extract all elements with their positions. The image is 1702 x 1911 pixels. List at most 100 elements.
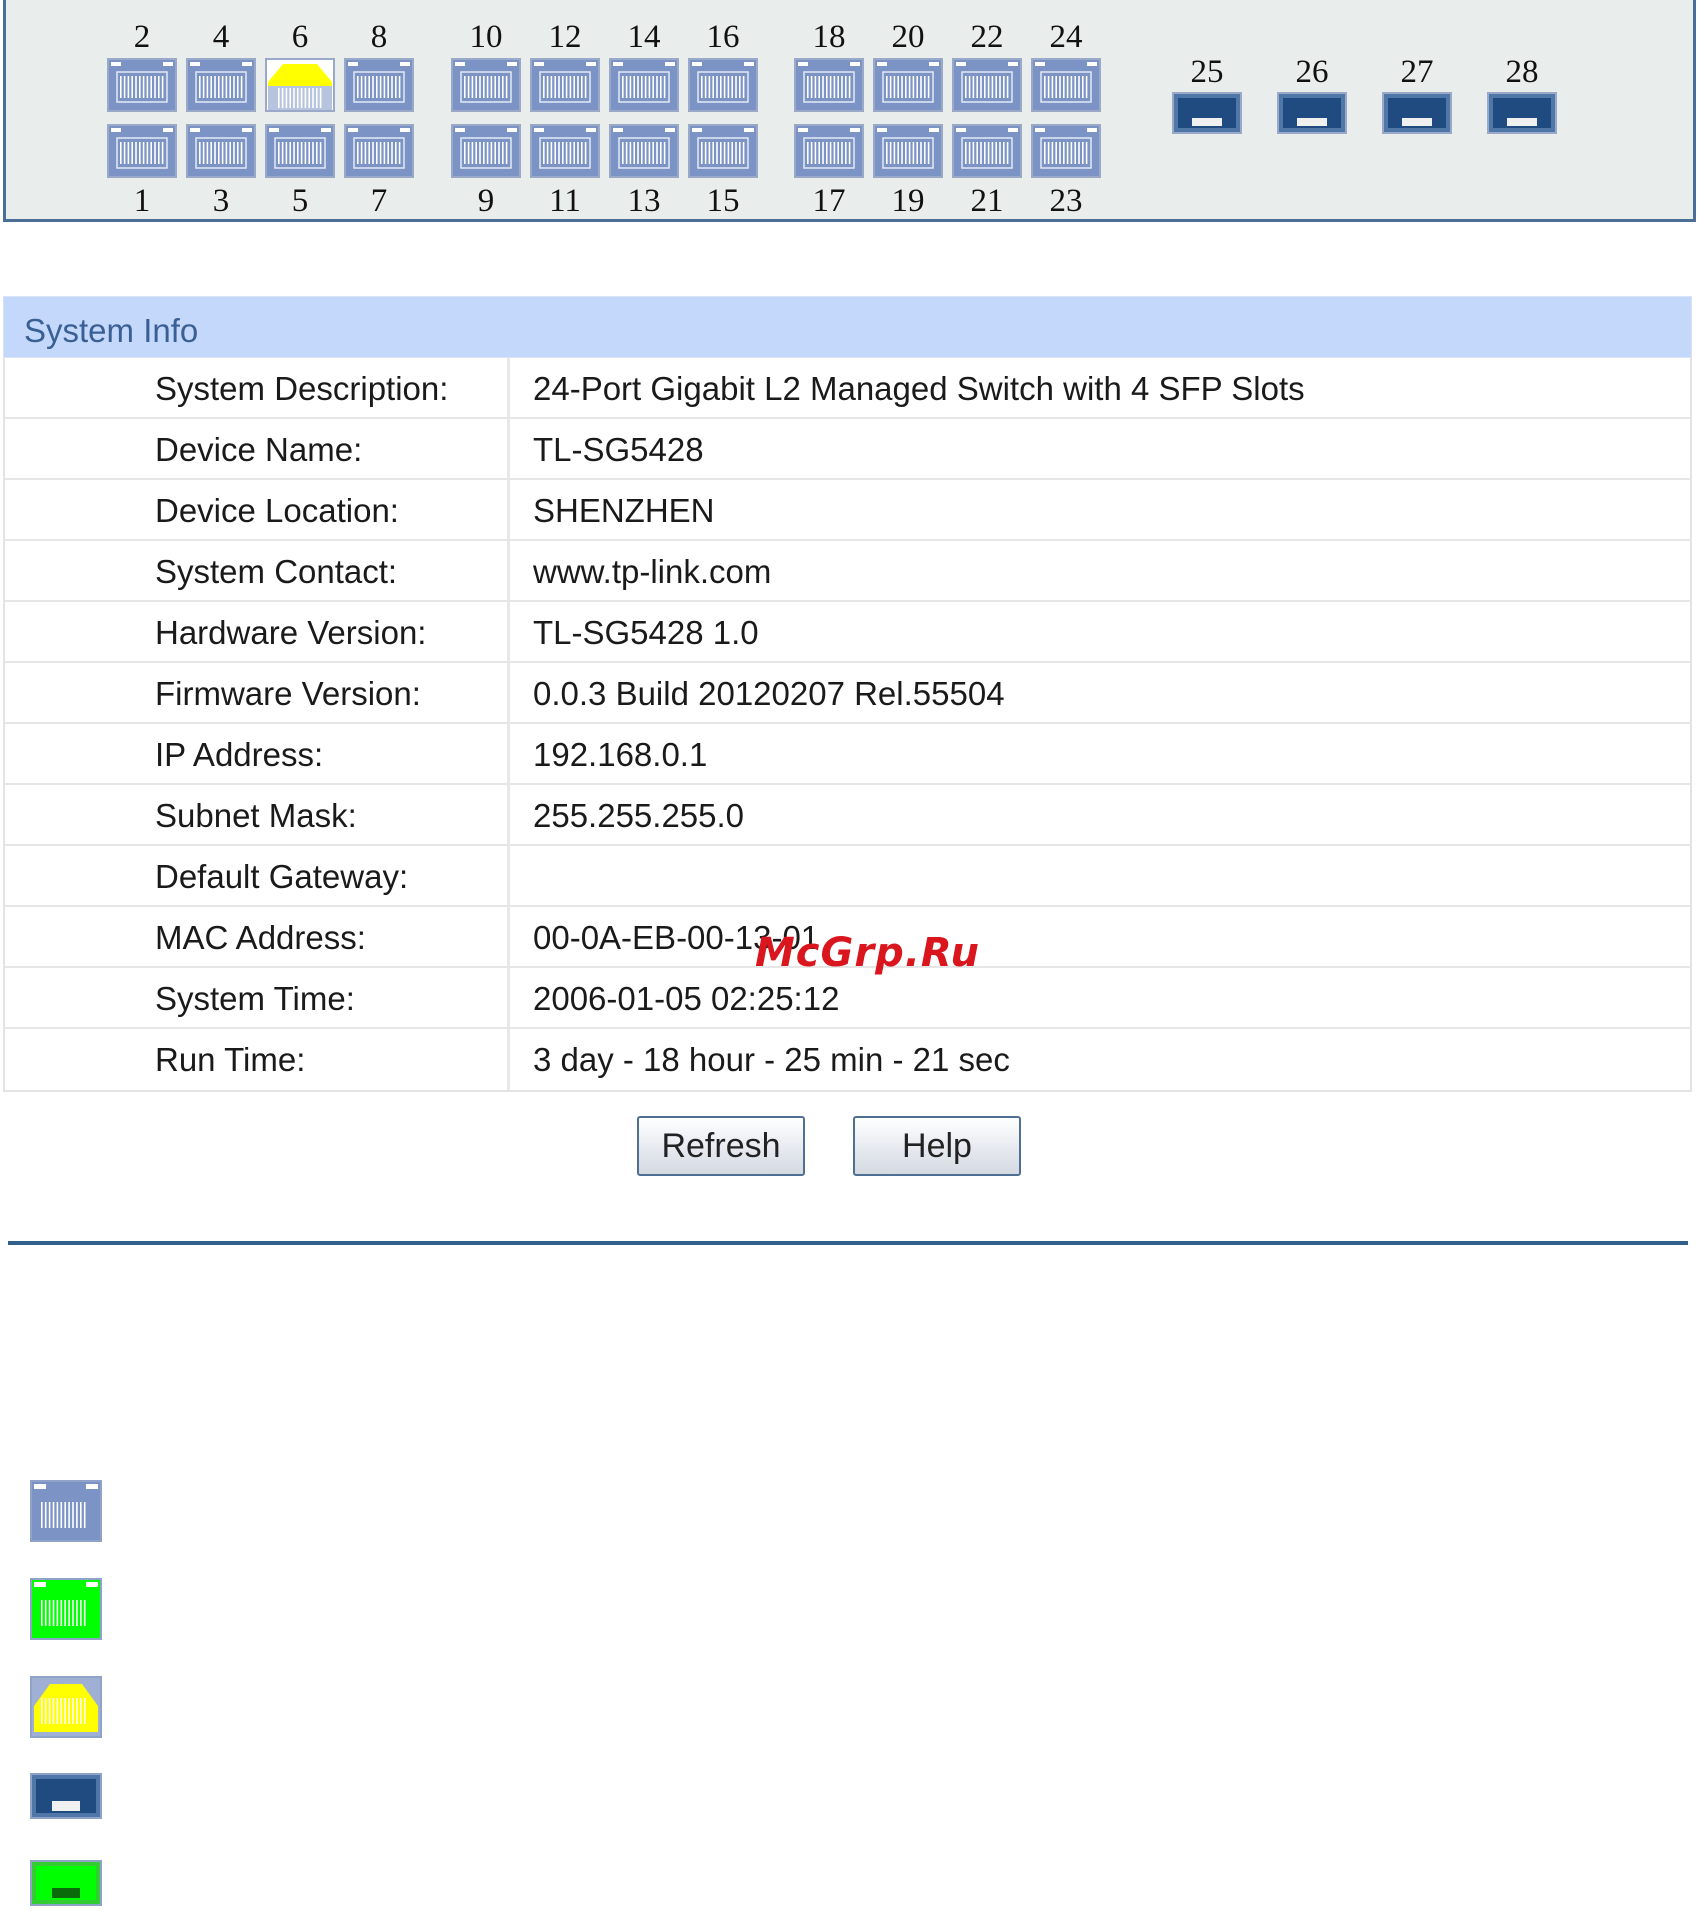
info-row: Default Gateway:: [5, 846, 1690, 907]
column-separator: [507, 907, 510, 966]
port-label-8: 8: [370, 19, 388, 55]
sfp-port-27-icon[interactable]: [1382, 92, 1452, 134]
info-value: SHENZHEN: [533, 492, 715, 529]
column-separator: [507, 419, 510, 478]
sfp-label-27: 27: [1400, 54, 1434, 90]
watermark: McGrp.Ru: [755, 930, 980, 976]
column-separator: [507, 480, 510, 539]
info-label: Run Time:: [155, 1041, 306, 1078]
port-label-12: 12: [548, 19, 582, 55]
port-10-icon[interactable]: [451, 58, 521, 112]
help-button[interactable]: Help: [853, 1116, 1021, 1176]
port-20-icon[interactable]: [873, 58, 943, 112]
column-separator: [507, 1029, 510, 1090]
port-6-selected-icon[interactable]: [265, 58, 335, 112]
port-18-icon[interactable]: [794, 58, 864, 112]
port-label-3: 3: [212, 183, 230, 219]
info-label: IP Address:: [155, 736, 324, 773]
info-row: Device Location: SHENZHEN: [5, 480, 1690, 541]
info-value: 3 day - 18 hour - 25 min - 21 sec: [533, 1041, 1010, 1078]
port-label-6: 6: [291, 19, 309, 55]
port-4-icon[interactable]: [186, 58, 256, 112]
port-14-icon[interactable]: [609, 58, 679, 112]
port-19-icon[interactable]: [873, 124, 943, 178]
info-label: System Contact:: [155, 553, 398, 590]
port-label-10: 10: [469, 19, 503, 55]
column-separator: [507, 541, 510, 600]
info-value: www.tp-link.com: [533, 553, 772, 590]
info-row: Firmware Version: 0.0.3 Build 20120207 Re…: [5, 663, 1690, 724]
port-label-21: 21: [970, 183, 1004, 219]
system-info-header: System Info: [3, 296, 1692, 358]
port-1-icon[interactable]: [107, 124, 177, 178]
port-11-icon[interactable]: [530, 124, 600, 178]
info-row: Hardware Version: TL-SG5428 1.0: [5, 602, 1690, 663]
info-row: System Description: 24-Port Gigabit L2 Ma…: [5, 358, 1690, 419]
info-value: 0.0.3 Build 20120207 Rel.55504: [533, 675, 1005, 712]
port-label-22: 22: [970, 19, 1004, 55]
port-24-icon[interactable]: [1031, 58, 1101, 112]
sfp-port-28-icon[interactable]: [1487, 92, 1557, 134]
switch-front-panel: 2 4 6 8 10 12 14 16 18 20 22 24 1 3 5 7 …: [3, 0, 1696, 222]
refresh-button[interactable]: Refresh: [637, 1116, 805, 1176]
port-label-24: 24: [1049, 19, 1083, 55]
port-9-icon[interactable]: [451, 124, 521, 178]
port-13-icon[interactable]: [609, 124, 679, 178]
port-label-7: 7: [370, 183, 388, 219]
info-label: Device Name:: [155, 431, 363, 468]
port-label-16: 16: [706, 19, 740, 55]
info-label: Subnet Mask:: [155, 797, 357, 834]
port-idle-icon: [30, 1480, 102, 1547]
column-separator: [507, 358, 510, 417]
port-label-11: 11: [549, 183, 581, 219]
port-5-icon[interactable]: [265, 124, 335, 178]
port-21-icon[interactable]: [952, 124, 1022, 178]
port-label-2: 2: [133, 19, 151, 55]
info-row: System Contact: www.tp-link.com: [5, 541, 1690, 602]
info-row: IP Address: 192.168.0.1: [5, 724, 1690, 785]
info-value: TL-SG5428 1.0: [533, 614, 759, 651]
info-label: Device Location:: [155, 492, 399, 529]
port-label-15: 15: [706, 183, 740, 219]
port-label-1: 1: [133, 183, 151, 219]
info-row: Subnet Mask: 255.255.255.0: [5, 785, 1690, 846]
info-value: 2006-01-05 02:25:12: [533, 980, 840, 1017]
port-8-icon[interactable]: [344, 58, 414, 112]
sfp-linked-icon: [30, 1860, 102, 1911]
column-separator: [507, 663, 510, 722]
port-selected-icon: [30, 1676, 102, 1743]
system-info-table: System Description: 24-Port Gigabit L2 Ma…: [3, 358, 1692, 1092]
port-16-icon[interactable]: [688, 58, 758, 112]
column-separator: [507, 846, 510, 905]
column-separator: [507, 724, 510, 783]
port-label-14: 14: [627, 19, 661, 55]
info-label: Hardware Version:: [155, 614, 427, 651]
port-2-icon[interactable]: [107, 58, 177, 112]
info-value: 192.168.0.1: [533, 736, 708, 773]
port-linked-icon: [30, 1578, 102, 1645]
info-label: Default Gateway:: [155, 858, 409, 895]
port-7-icon[interactable]: [344, 124, 414, 178]
port-12-icon[interactable]: [530, 58, 600, 112]
system-info-title: System Info: [24, 312, 199, 349]
sfp-port-26-icon[interactable]: [1277, 92, 1347, 134]
info-label: MAC Address:: [155, 919, 366, 956]
column-separator: [507, 602, 510, 661]
sfp-port-25-icon[interactable]: [1172, 92, 1242, 134]
port-17-icon[interactable]: [794, 124, 864, 178]
info-label: System Time:: [155, 980, 355, 1017]
info-label: Firmware Version:: [155, 675, 421, 712]
info-value: 255.255.255.0: [533, 797, 745, 834]
column-separator: [507, 785, 510, 844]
column-separator: [507, 968, 510, 1027]
port-22-icon[interactable]: [952, 58, 1022, 112]
port-15-icon[interactable]: [688, 124, 758, 178]
port-label-17: 17: [812, 183, 846, 219]
port-3-icon[interactable]: [186, 124, 256, 178]
port-label-9: 9: [477, 183, 495, 219]
info-value: TL-SG5428: [533, 431, 704, 468]
port-label-19: 19: [891, 183, 925, 219]
port-label-13: 13: [627, 183, 661, 219]
port-label-18: 18: [812, 19, 846, 55]
port-23-icon[interactable]: [1031, 124, 1101, 178]
